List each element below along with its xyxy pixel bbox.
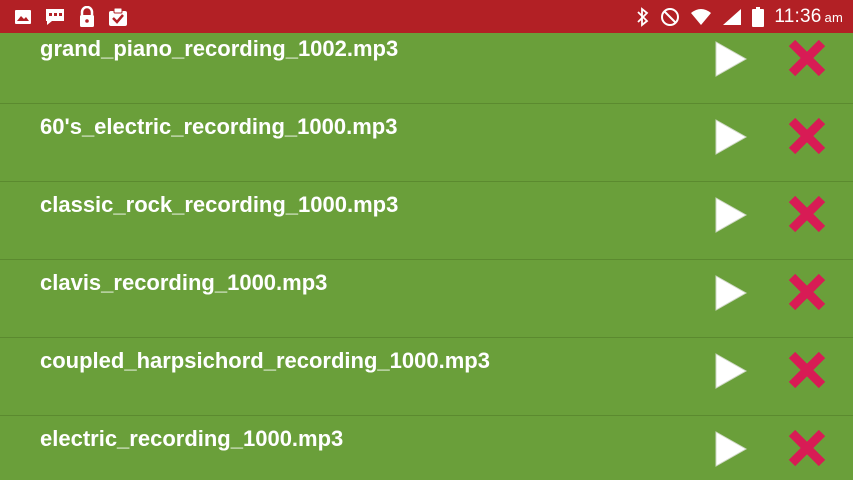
delete-button[interactable] bbox=[784, 426, 830, 470]
list-item[interactable]: classic_rock_recording_1000.mp3 bbox=[0, 182, 853, 260]
play-icon bbox=[715, 353, 748, 389]
recording-name: classic_rock_recording_1000.mp3 bbox=[40, 192, 399, 217]
play-button[interactable] bbox=[710, 195, 750, 235]
close-icon bbox=[788, 351, 826, 389]
recording-name: 60's_electric_recording_1000.mp3 bbox=[40, 114, 398, 139]
signal-icon bbox=[722, 8, 742, 26]
play-icon bbox=[715, 119, 748, 155]
lock-icon bbox=[78, 6, 96, 28]
delete-button[interactable] bbox=[784, 114, 830, 158]
status-bar: 11:36 am bbox=[0, 0, 853, 33]
play-button[interactable] bbox=[710, 39, 750, 79]
list-item[interactable]: coupled_harpsichord_recording_1000.mp3 bbox=[0, 338, 853, 416]
close-icon bbox=[788, 117, 826, 155]
play-button[interactable] bbox=[710, 429, 750, 469]
recording-name: grand_piano_recording_1002.mp3 bbox=[40, 36, 399, 61]
play-icon bbox=[715, 275, 748, 311]
clock-time: 11:36 bbox=[774, 6, 822, 27]
image-icon bbox=[14, 8, 32, 26]
bluetooth-icon bbox=[636, 7, 650, 27]
close-icon bbox=[788, 273, 826, 311]
play-icon bbox=[715, 431, 748, 467]
list-item[interactable]: grand_piano_recording_1002.mp3 bbox=[0, 33, 853, 104]
wifi-icon bbox=[690, 8, 712, 26]
do-not-disturb-icon bbox=[660, 7, 680, 27]
recordings-list[interactable]: grand_piano_recording_1002.mp3 60's_elec… bbox=[0, 33, 853, 480]
clock-ampm: am bbox=[824, 10, 843, 25]
clipboard-check-icon bbox=[108, 7, 128, 27]
play-icon bbox=[715, 197, 748, 233]
delete-button[interactable] bbox=[784, 36, 830, 80]
message-icon bbox=[44, 7, 66, 27]
play-button[interactable] bbox=[710, 273, 750, 313]
play-button[interactable] bbox=[710, 351, 750, 391]
battery-icon bbox=[752, 7, 765, 27]
close-icon bbox=[788, 195, 826, 233]
close-icon bbox=[788, 429, 826, 467]
delete-button[interactable] bbox=[784, 270, 830, 314]
system-icons: 11:36 am bbox=[636, 5, 843, 29]
recording-name: clavis_recording_1000.mp3 bbox=[40, 270, 328, 295]
close-icon bbox=[788, 39, 826, 77]
play-icon bbox=[715, 41, 748, 77]
notification-icons bbox=[14, 6, 128, 28]
list-item[interactable]: electric_recording_1000.mp3 bbox=[0, 416, 853, 480]
list-item[interactable]: clavis_recording_1000.mp3 bbox=[0, 260, 853, 338]
recording-name: electric_recording_1000.mp3 bbox=[40, 426, 344, 451]
recording-name: coupled_harpsichord_recording_1000.mp3 bbox=[40, 348, 490, 373]
play-button[interactable] bbox=[710, 117, 750, 157]
list-item[interactable]: 60's_electric_recording_1000.mp3 bbox=[0, 104, 853, 182]
clock: 11:36 am bbox=[774, 6, 843, 28]
delete-button[interactable] bbox=[784, 192, 830, 236]
delete-button[interactable] bbox=[784, 348, 830, 392]
